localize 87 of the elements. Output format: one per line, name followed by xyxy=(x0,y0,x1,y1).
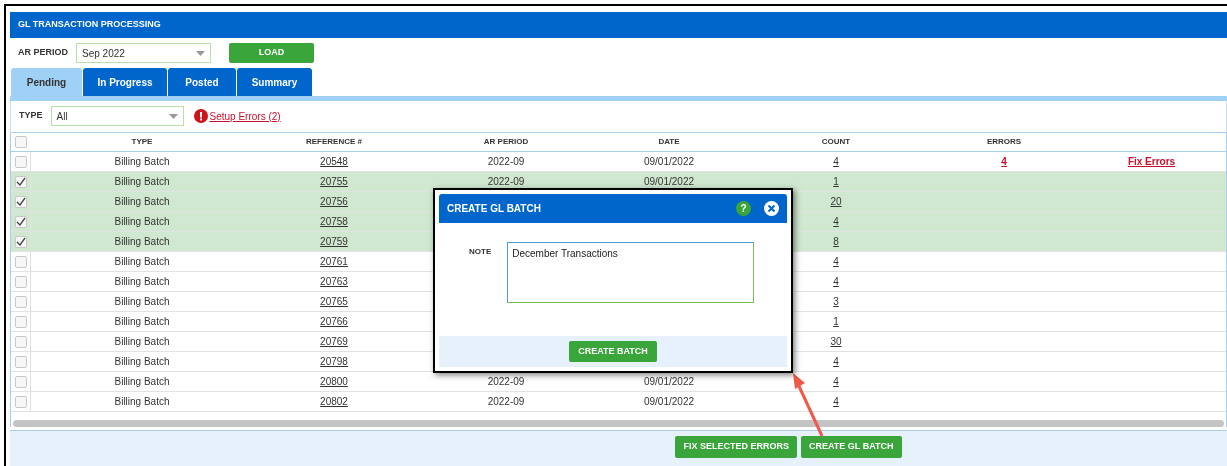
table-cell-text: Billing Batch xyxy=(113,275,171,289)
row-checkbox[interactable] xyxy=(14,295,27,308)
table-cell-text: Billing Batch xyxy=(113,375,171,389)
row-checkbox[interactable] xyxy=(14,215,27,228)
count-link[interactable]: 4 xyxy=(833,154,839,169)
reference-link[interactable]: 20761 xyxy=(320,254,348,269)
horizontal-scrollbar[interactable] xyxy=(13,420,1224,427)
count-link[interactable]: 4 xyxy=(833,354,839,369)
setup-errors-link[interactable]: Setup Errors (2) xyxy=(209,108,281,124)
count-link[interactable]: 4 xyxy=(833,274,839,289)
row-checkbox[interactable] xyxy=(14,315,27,328)
dropdown-caret-icon xyxy=(196,50,205,56)
row-checkbox[interactable] xyxy=(14,335,27,348)
table-cell-text: 2022-09 xyxy=(487,395,525,409)
table-cell-text: Billing Batch xyxy=(113,235,171,249)
note-label: NOTE xyxy=(469,246,492,258)
count-link[interactable]: 3 xyxy=(833,294,839,309)
panel-header: GL TRANSACTION PROCESSING xyxy=(10,12,1227,38)
tab[interactable]: Posted xyxy=(168,68,236,96)
table-cell-text: Billing Batch xyxy=(113,255,171,269)
table-cell-text: 09/01/2022 xyxy=(643,155,695,169)
tab[interactable]: In Progress xyxy=(83,68,167,96)
reference-link[interactable]: 20763 xyxy=(320,274,348,289)
count-link[interactable]: 30 xyxy=(830,334,842,349)
count-link[interactable]: 1 xyxy=(833,314,839,329)
dropdown-caret-icon xyxy=(168,113,178,119)
row-checkbox[interactable] xyxy=(14,255,27,268)
errors-link[interactable]: 4 xyxy=(1001,154,1007,169)
fix-errors-link[interactable]: Fix Errors xyxy=(1127,154,1176,169)
reference-link[interactable]: 20756 xyxy=(320,194,348,209)
ar-period-label: AR PERIOD xyxy=(18,46,68,60)
row-checkbox[interactable] xyxy=(14,175,27,188)
reference-link[interactable]: 20802 xyxy=(320,394,348,409)
table-cell-text: 2022-09 xyxy=(487,155,525,169)
count-link[interactable]: 4 xyxy=(833,214,839,229)
row-checkbox[interactable] xyxy=(14,395,27,408)
column-header: DATE xyxy=(657,136,681,148)
table-cell-text: Billing Batch xyxy=(113,395,171,409)
tab[interactable]: Pending xyxy=(11,68,82,96)
table-cell-text: Billing Batch xyxy=(113,215,171,229)
tab[interactable]: Summary xyxy=(237,68,312,96)
row-checkbox[interactable] xyxy=(14,375,27,388)
column-header: COUNT xyxy=(820,136,852,148)
table-cell-text: 2022-09 xyxy=(487,375,525,389)
column-header: TYPE xyxy=(130,136,154,148)
table-cell-text: Billing Batch xyxy=(113,195,171,209)
count-link[interactable]: 1 xyxy=(833,174,839,189)
count-link[interactable]: 4 xyxy=(833,254,839,269)
table-cell-text: Billing Batch xyxy=(113,155,171,169)
table-cell-text: 2022-09 xyxy=(487,175,525,189)
table-cell-text: Billing Batch xyxy=(113,315,171,329)
error-icon xyxy=(193,109,208,123)
column-header: REFERENCE # xyxy=(305,136,363,148)
row-checkbox[interactable] xyxy=(14,195,27,208)
table-cell-text: Billing Batch xyxy=(113,335,171,349)
count-link[interactable]: 4 xyxy=(833,394,839,409)
table-cell-text: 09/01/2022 xyxy=(643,175,695,189)
ar-period-dropdown[interactable]: Sep 2022 xyxy=(76,43,211,63)
close-icon[interactable] xyxy=(764,201,779,216)
row-checkbox[interactable] xyxy=(15,136,27,148)
table-cell-text: Billing Batch xyxy=(113,355,171,369)
table-cell-text: Billing Batch xyxy=(113,175,171,189)
column-header: AR PERIOD xyxy=(482,136,530,148)
count-link[interactable]: 4 xyxy=(833,374,839,389)
type-dropdown[interactable]: All xyxy=(50,106,184,126)
reference-link[interactable]: 20758 xyxy=(320,214,348,229)
reference-link[interactable]: 20769 xyxy=(320,334,348,349)
type-label: TYPE xyxy=(19,109,43,123)
table-cell-text: 09/01/2022 xyxy=(643,375,695,389)
row-checkbox[interactable] xyxy=(14,155,27,168)
reference-link[interactable]: 20755 xyxy=(320,174,348,189)
count-link[interactable]: 8 xyxy=(833,234,839,249)
table-cell-text: Billing Batch xyxy=(113,295,171,309)
reference-link[interactable]: 20798 xyxy=(320,354,348,369)
reference-link[interactable]: 20766 xyxy=(320,314,348,329)
column-header: ERRORS xyxy=(985,136,1023,148)
reference-link[interactable]: 20759 xyxy=(320,234,348,249)
reference-link[interactable]: 20548 xyxy=(320,154,348,169)
count-link[interactable]: 20 xyxy=(830,194,842,209)
table-cell-text: 09/01/2022 xyxy=(643,395,695,409)
row-checkbox[interactable] xyxy=(14,355,27,368)
row-checkbox[interactable] xyxy=(14,275,27,288)
note-field[interactable]: December Transactions xyxy=(507,242,755,303)
reference-link[interactable]: 20765 xyxy=(320,294,348,309)
dialog-title: CREATE GL BATCH xyxy=(447,202,542,216)
reference-link[interactable]: 20800 xyxy=(320,374,348,389)
row-checkbox[interactable] xyxy=(14,235,27,248)
